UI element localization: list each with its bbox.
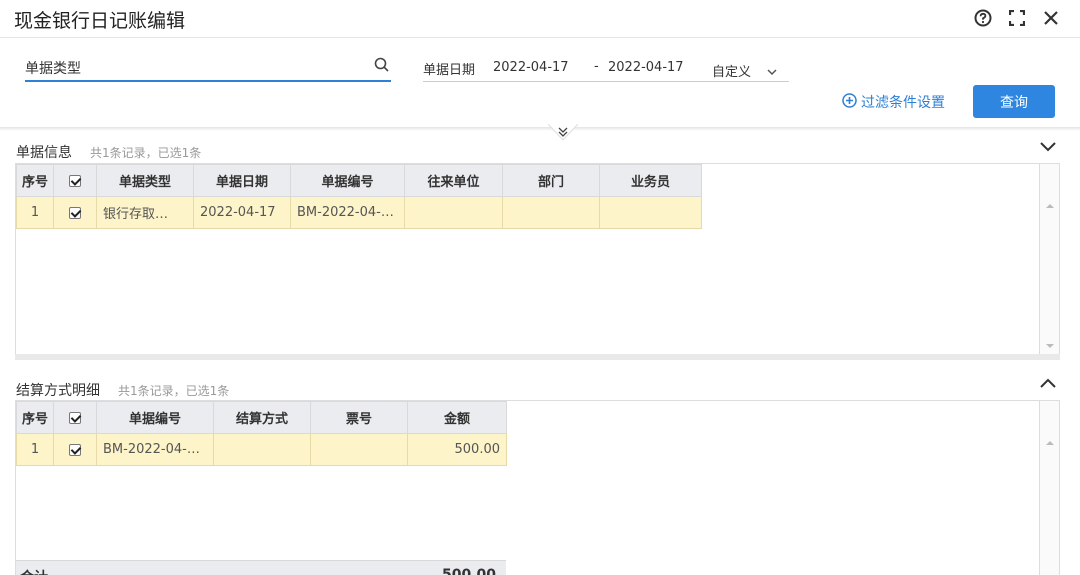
chevron-down-icon[interactable] [767,64,777,80]
column-header-ticket-no[interactable]: 票号 [310,401,408,434]
table-row[interactable]: 1 BM-2022-04-… 500.00 [16,433,507,466]
table-header-row: 序号 单据类型 单据日期 单据编号 往来单位 部门 业务员 [16,164,702,197]
plus-circle-icon [842,92,857,112]
date-range-select[interactable]: 自定义 [712,61,751,80]
column-header-seq: 序号 [16,164,54,197]
doc-section-header: 单据信息 共1条记录，已选1条 [16,142,201,162]
cell-ticket-no[interactable] [310,433,408,466]
column-header-dept[interactable]: 部门 [502,164,600,197]
column-header-doc-date[interactable]: 单据日期 [193,164,291,197]
select-all-checkbox[interactable] [69,174,81,187]
cell-seq: 1 [16,196,54,229]
search-icon[interactable] [373,56,391,78]
column-header-doc-number[interactable]: 单据编号 [96,401,214,434]
row-checkbox[interactable] [69,206,81,219]
cell-seq: 1 [16,433,54,466]
cell-select[interactable] [53,433,97,466]
doc-type-label: 单据类型 [25,61,81,77]
row-checkbox[interactable] [69,443,81,456]
settle-section-header: 结算方式明细 共1条记录，已选1条 [16,380,229,400]
cell-doc-date[interactable]: 2022-04-17 [193,196,291,229]
date-separator: - [594,59,599,74]
collapse-filter-toggle[interactable] [547,123,579,142]
settle-section-count: 共1条记录，已选1条 [118,384,230,398]
doc-table: 序号 单据类型 单据日期 单据编号 往来单位 部门 业务员 1 银行存取… 20… [16,164,702,229]
column-header-doc-type[interactable]: 单据类型 [96,164,194,197]
select-all-checkbox[interactable] [69,411,81,424]
cell-doc-type[interactable]: 银行存取… [96,196,194,229]
column-header-staff[interactable]: 业务员 [599,164,702,197]
maximize-icon[interactable] [1006,7,1028,29]
scroll-up-icon[interactable] [1046,441,1054,445]
column-header-select-all[interactable] [53,401,97,434]
cell-dept[interactable] [502,196,600,229]
table-row[interactable]: 1 银行存取… 2022-04-17 BM-2022-04-… [16,196,702,229]
settle-table: 序号 单据编号 结算方式 票号 金额 1 BM-2022-04-… 500.00 [16,401,507,466]
cell-doc-number[interactable]: BM-2022-04-… [290,196,405,229]
divider [0,127,1080,131]
total-amount: 500.00 [441,567,496,575]
settle-grid: 序号 单据编号 结算方式 票号 金额 1 BM-2022-04-… 500.00 [15,400,1060,575]
column-header-amount[interactable]: 金额 [407,401,507,434]
section-splitter[interactable] [15,354,1060,360]
doc-grid: 序号 单据类型 单据日期 单据编号 往来单位 部门 业务员 1 银行存取… 20… [15,163,1060,355]
doc-section-title: 单据信息 [16,145,72,161]
column-header-partner[interactable]: 往来单位 [404,164,503,197]
query-button[interactable]: 查询 [973,85,1055,118]
close-icon[interactable] [1040,7,1062,29]
cell-staff[interactable] [599,196,702,229]
date-to-input[interactable]: 2022-04-17 [608,60,684,75]
cell-partner[interactable] [404,196,503,229]
column-header-doc-number[interactable]: 单据编号 [290,164,405,197]
window-title: 现金银行日记账编辑 [14,10,186,32]
scroll-down-icon[interactable] [1046,344,1054,348]
table-header-row: 序号 单据编号 结算方式 票号 金额 [16,401,507,434]
doc-grid-scrollbar[interactable] [1039,164,1059,354]
help-icon[interactable] [972,7,994,29]
column-header-select-all[interactable] [53,164,97,197]
cell-amount[interactable]: 500.00 [407,433,507,466]
cell-doc-number[interactable]: BM-2022-04-… [96,433,214,466]
doc-type-field[interactable]: 单据类型 [25,56,391,82]
chevron-up-icon[interactable] [1038,376,1058,392]
filter-settings-label: 过滤条件设置 [861,95,945,111]
filter-settings-link[interactable]: 过滤条件设置 [842,92,945,112]
doc-date-field: 单据日期 2022-04-17 - 2022-04-17 自定义 [423,56,789,82]
doc-section-count: 共1条记录，已选1条 [90,146,202,160]
total-row: 合计 500.00 [16,560,506,575]
scroll-up-icon[interactable] [1046,204,1054,208]
settle-section-title: 结算方式明细 [16,383,100,399]
doc-date-label: 单据日期 [423,63,476,78]
column-header-settle-method[interactable]: 结算方式 [213,401,311,434]
settle-grid-scrollbar[interactable] [1039,401,1059,575]
filter-area: 单据类型 单据日期 2022-04-17 - 2022-04-17 自定义 过滤… [0,38,1080,128]
date-from-input[interactable]: 2022-04-17 [493,60,569,75]
column-header-seq: 序号 [16,401,54,434]
cell-select[interactable] [53,196,97,229]
cell-settle-method[interactable] [213,433,311,466]
total-label: 合计 [20,567,48,575]
title-bar: 现金银行日记账编辑 [0,0,1080,38]
chevron-down-icon[interactable] [1038,140,1058,156]
